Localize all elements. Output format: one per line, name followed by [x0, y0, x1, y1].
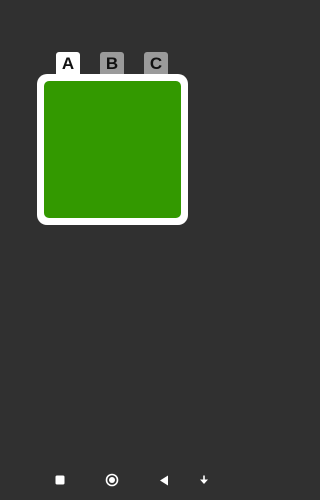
home-button[interactable]: [104, 472, 120, 488]
recents-icon: [55, 475, 65, 485]
color-swatch[interactable]: [44, 81, 181, 218]
tab-c-label: C: [149, 54, 163, 73]
keyboard-hide-icon: [200, 475, 208, 484]
keyboard-hide-button[interactable]: [196, 472, 212, 488]
system-nav-bar: [0, 460, 225, 500]
recents-button[interactable]: [52, 472, 68, 488]
tab-a-label: A: [61, 54, 75, 73]
home-icon: [105, 473, 119, 487]
back-button[interactable]: [156, 472, 172, 488]
tab-b[interactable]: B: [100, 52, 124, 76]
color-panel: [37, 74, 188, 225]
app-screen: A B C: [0, 0, 225, 500]
tab-b-label: B: [105, 54, 119, 73]
tab-c[interactable]: C: [144, 52, 168, 76]
back-icon: [160, 475, 168, 485]
